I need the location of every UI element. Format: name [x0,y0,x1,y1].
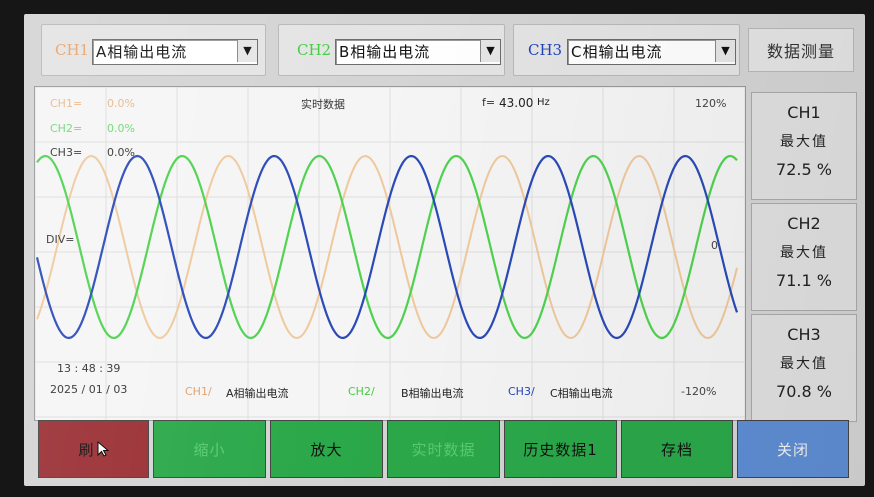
waveform-grid [35,87,745,420]
legend-ch3-tag: CH3/ [508,385,535,398]
realtime-data-button[interactable]: 实时数据 [387,420,500,478]
refresh-button[interactable]: 刷 [38,420,149,478]
freq-value: 43.00 [499,96,534,110]
ch2-readout: CH2= [50,122,83,135]
legend-ch2-tag: CH2/ [348,385,375,398]
ch3-dropdown-value: C相输出电流 [571,43,663,61]
ch2-readout-value: 0.0% [107,122,135,135]
ch3-label: CH3 [528,41,563,59]
refresh-button-label: 刷 [78,440,95,459]
ch3-selector-box: CH3 C相输出电流 ▼ [513,24,740,76]
panel-value: 71.1 % [776,271,832,290]
ch1-selector-box: CH1 A相输出电流 ▼ [41,24,266,76]
ch1-readout: CH1= [50,97,83,110]
archive-button-label: 存档 [660,440,693,459]
ch3-max-panel: CH3 最大值 70.8 % [751,314,857,422]
close-button[interactable]: 关闭 [737,420,849,478]
waveform-plot [35,87,745,420]
freq-unit: Hz [537,97,550,108]
panel-channel: CH2 [787,214,821,233]
panel-label: 最大值 [780,134,828,150]
realtime-data-button-label: 实时数据 [411,440,476,459]
ch2-dropdown[interactable]: B相输出电流 ▼ [335,39,501,65]
ch1-waveform [36,154,738,340]
ch3-readout: CH3= [50,146,83,159]
zoom-out-button[interactable]: 缩小 [153,420,266,478]
date-readout: 2025 / 01 / 03 [50,383,128,396]
archive-button[interactable]: 存档 [621,420,733,478]
panel-value: 70.8 % [776,382,832,401]
ch2-label: CH2 [297,41,332,59]
zero-label: 0 [711,239,718,252]
legend-ch1-name: A相输出电流 [226,387,289,400]
ch2-dropdown-value: B相输出电流 [339,43,431,61]
ch1-label: CH1 [55,41,90,59]
ch3-dropdown[interactable]: C相输出电流 ▼ [567,39,736,65]
zoom-in-button-label: 放大 [310,440,343,459]
panel-label: 最大值 [780,356,828,372]
hmi-screen: CH1 A相输出电流 ▼ CH2 B相输出电流 ▼ CH3 C相输出电流 ▼ 数… [24,14,865,486]
ch2-selector-box: CH2 B相输出电流 ▼ [278,24,505,76]
close-button-label: 关闭 [776,440,809,459]
ch1-max-panel: CH1 最大值 72.5 % [751,92,857,200]
history-data-button[interactable]: 历史数据1 [504,420,617,478]
waveform-display: CH1= 0.0% CH2= 0.0% CH3= 0.0% 实时数据 f= 43… [34,86,746,421]
panel-label: 最大值 [780,245,828,261]
cursor-icon [97,441,109,457]
time-readout: 13 : 48 : 39 [57,362,121,375]
div-label: DIV= [46,233,75,246]
freq-label: f= [482,96,496,109]
data-measure-title: 数据测量 [748,28,854,72]
chevron-down-icon[interactable]: ▼ [715,40,735,62]
ch1-dropdown[interactable]: A相输出电流 ▼ [92,39,258,65]
legend-ch3-name: C相输出电流 [550,387,613,400]
panel-value: 72.5 % [776,160,832,179]
chevron-down-icon[interactable]: ▼ [480,40,500,62]
zoom-out-button-label: 缩小 [193,440,226,459]
panel-channel: CH1 [787,103,821,122]
zoom-in-button[interactable]: 放大 [270,420,383,478]
ch1-dropdown-value: A相输出电流 [96,43,188,61]
history-data-button-label: 历史数据1 [523,440,598,459]
legend-ch2-name: B相输出电流 [401,387,464,400]
ch2-max-panel: CH2 最大值 71.1 % [751,203,857,311]
waveform-title: 实时数据 [301,98,345,111]
y-min-label: -120% [681,385,717,398]
legend-ch1-tag: CH1/ [185,385,212,398]
chevron-down-icon[interactable]: ▼ [237,40,257,62]
ch1-readout-value: 0.0% [107,97,135,110]
ch3-readout-value: 0.0% [107,146,135,159]
panel-channel: CH3 [787,325,821,344]
y-max-label: 120% [695,97,727,110]
